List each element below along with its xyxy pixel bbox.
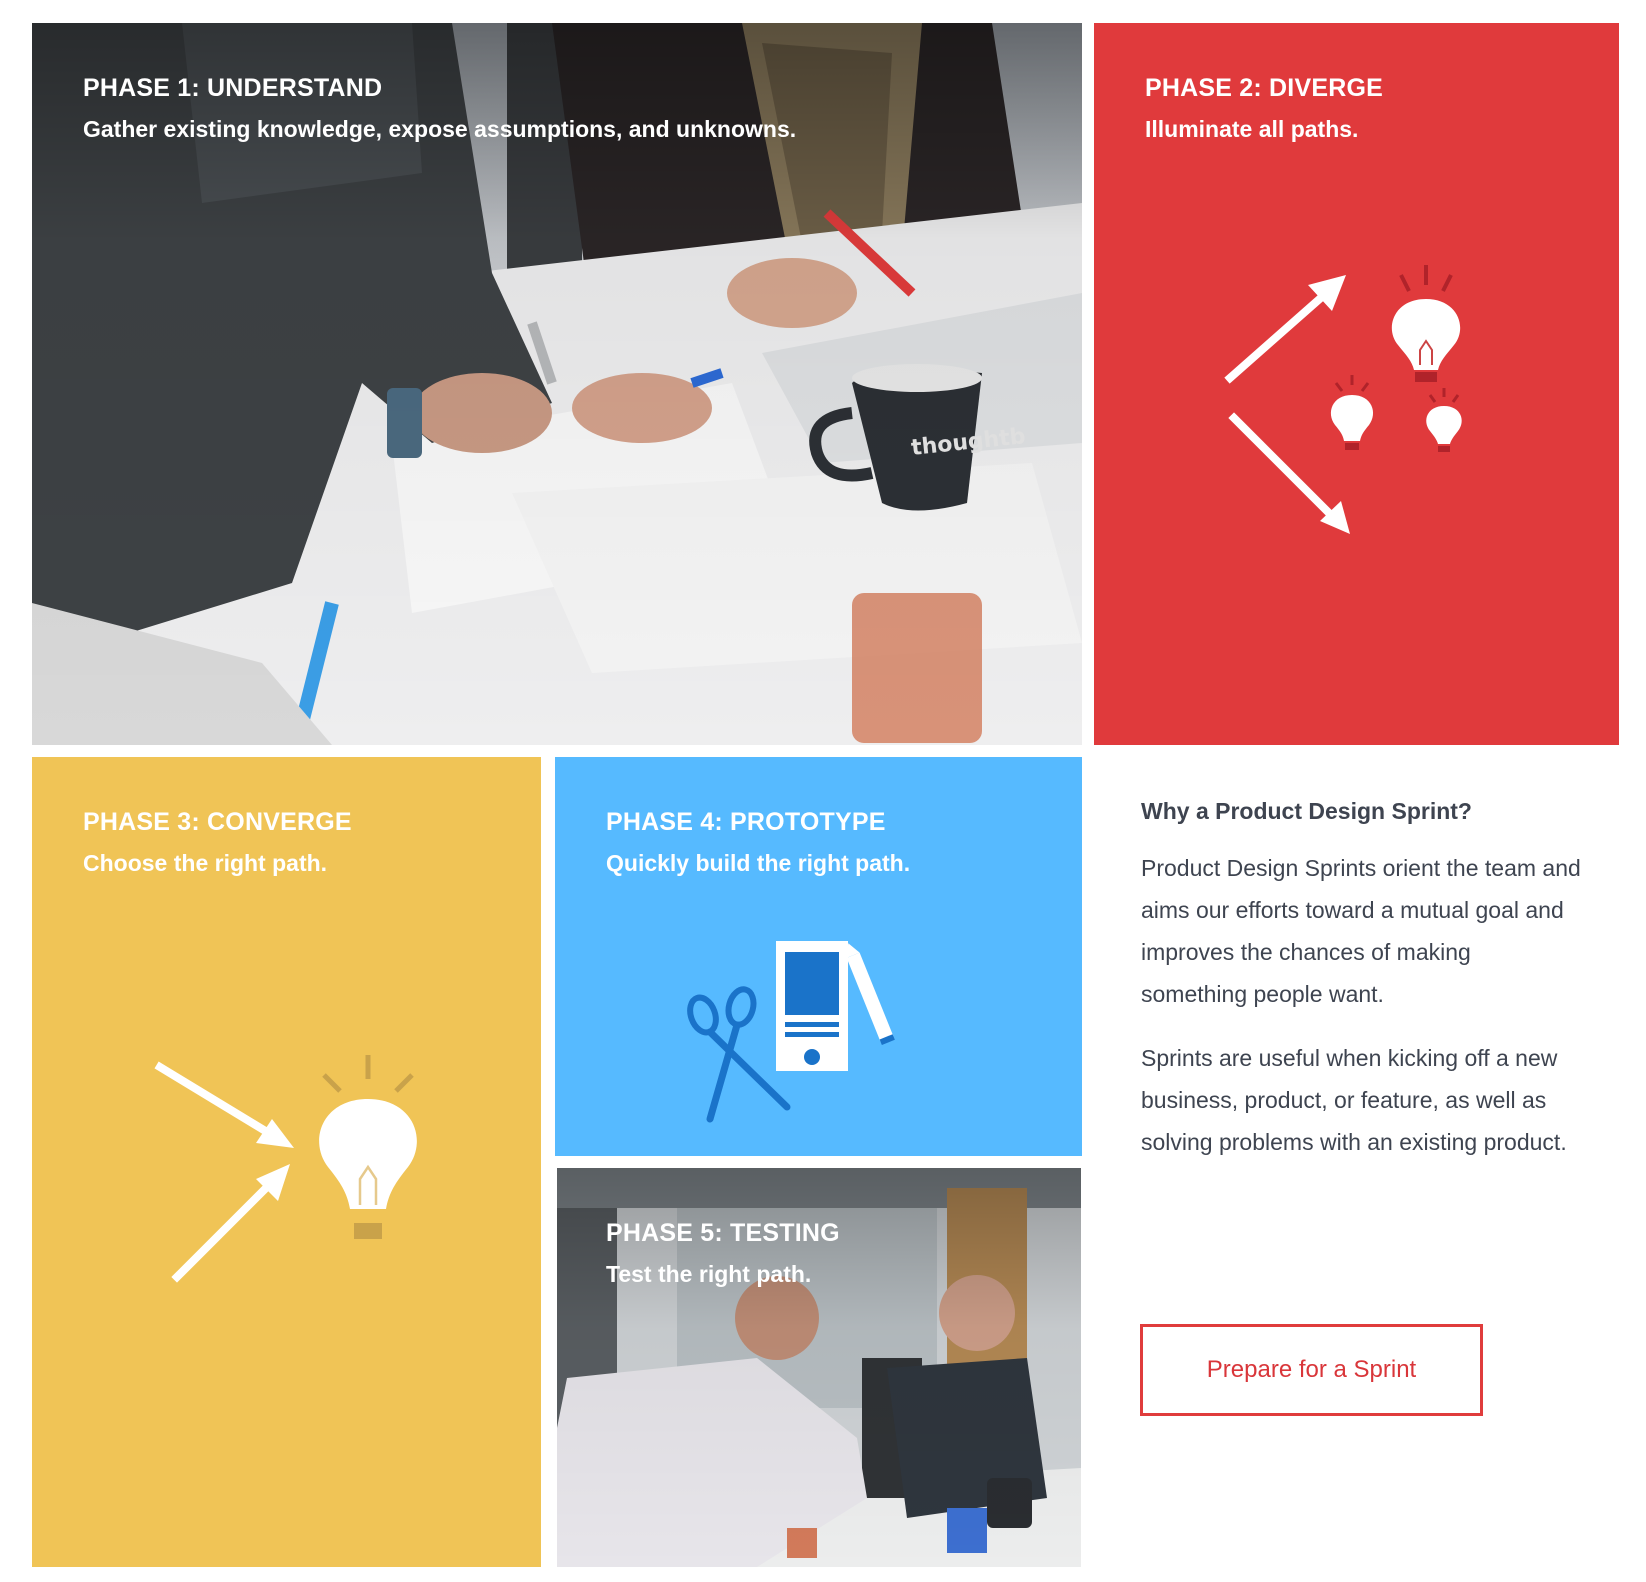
small-lightbulb-icon (1330, 375, 1374, 450)
phase-4-tile: PHASE 4: PROTOTYPE Quickly build the rig… (555, 757, 1082, 1156)
phase-5-subtitle: Test the right path. (606, 1261, 812, 1287)
phone-icon (776, 941, 848, 1071)
phase-5-tile: PHASE 5: TESTING Test the right path. (557, 1168, 1081, 1567)
phase-1-tile: thoughtb PHASE 1: UNDERSTAND Gather exis… (32, 23, 1082, 745)
phase-5-caption: PHASE 5: TESTING Test the right path. (606, 1218, 1061, 1289)
why-sprint-section: Why a Product Design Sprint? Product Des… (1141, 797, 1581, 1185)
large-lightbulb-icon (1391, 265, 1461, 382)
scissors-icon (687, 986, 791, 1123)
phase-2-title: PHASE 2: DIVERGE (1145, 74, 1383, 102)
why-sprint-paragraph-1: Product Design Sprints orient the team a… (1141, 854, 1581, 1007)
phase-3-tile: PHASE 3: CONVERGE Choose the right path. (32, 757, 541, 1567)
phase-2-subtitle: Illuminate all paths. (1145, 116, 1359, 142)
phase-5-title: PHASE 5: TESTING (606, 1219, 840, 1247)
phase-1-subtitle: Gather existing knowledge, expose assump… (83, 116, 797, 142)
lightbulb-icon (319, 1055, 417, 1239)
phase-2-tile: PHASE 2: DIVERGE Illuminate all paths. (1094, 23, 1619, 745)
phase-3-subtitle: Choose the right path. (83, 850, 328, 876)
phase-1-title: PHASE 1: UNDERSTAND (83, 74, 383, 102)
phase-4-title: PHASE 4: PROTOTYPE (606, 808, 886, 836)
phase-4-subtitle: Quickly build the right path. (606, 850, 911, 876)
phase-2-caption: PHASE 2: DIVERGE Illuminate all paths. (1145, 73, 1599, 144)
why-sprint-heading: Why a Product Design Sprint? (1141, 798, 1472, 824)
phase-1-caption: PHASE 1: UNDERSTAND Gather existing know… (83, 73, 1062, 144)
converging-arrows-lightbulb-icon (154, 1055, 417, 1283)
pencil-icon (846, 943, 895, 1046)
phase-3-caption: PHASE 3: CONVERGE Choose the right path. (83, 807, 521, 878)
phase-3-title: PHASE 3: CONVERGE (83, 808, 352, 836)
prepare-for-sprint-button[interactable]: Prepare for a Sprint (1140, 1324, 1483, 1416)
why-sprint-paragraph-2: Sprints are useful when kicking off a ne… (1141, 1044, 1567, 1155)
small-lightbulb-icon (1426, 388, 1462, 452)
phase-4-caption: PHASE 4: PROTOTYPE Quickly build the rig… (606, 807, 1062, 878)
